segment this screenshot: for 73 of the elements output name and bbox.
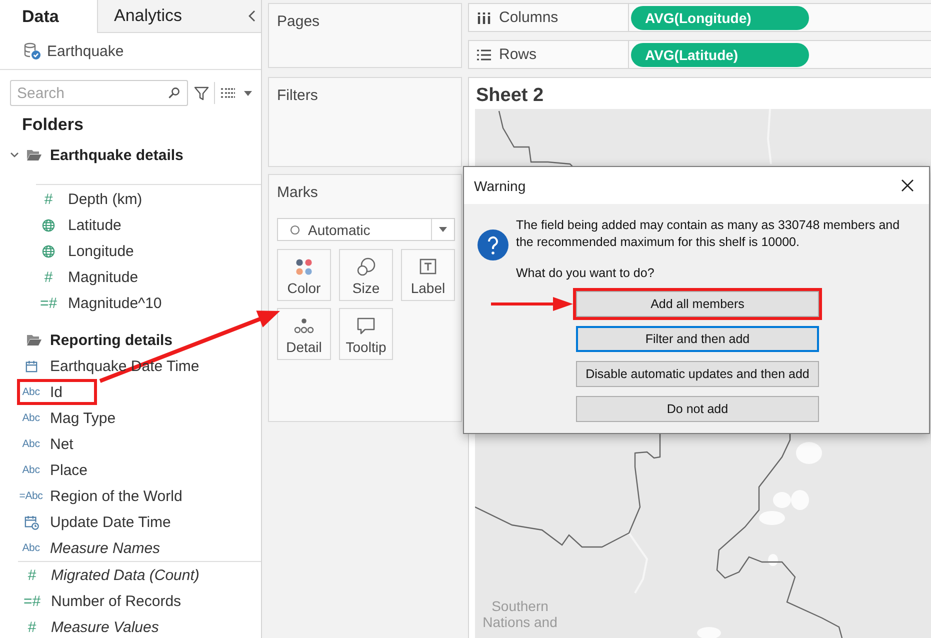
type-label: # xyxy=(44,192,53,206)
type-label: # xyxy=(28,620,36,634)
dialog-title: Warning xyxy=(474,178,526,194)
field-name[interactable]: Magnitude^10 xyxy=(68,294,162,312)
columns-icon xyxy=(477,12,491,24)
section-heading: Folders xyxy=(21,114,84,136)
close-icon[interactable] xyxy=(901,179,914,192)
rows-icon xyxy=(477,48,491,60)
field-name[interactable]: Mag Type xyxy=(50,410,116,426)
type-label: =Abc xyxy=(19,490,43,502)
type-label: =# xyxy=(23,594,41,608)
dialog-button[interactable]: Add all members xyxy=(576,291,819,317)
list-view-icon[interactable] xyxy=(221,88,235,98)
caret-icon[interactable] xyxy=(244,90,252,96)
dots-icon xyxy=(294,316,314,336)
dialog-question: What do you want to do? xyxy=(516,265,656,282)
speech-bubble-icon xyxy=(356,316,376,336)
color-dots-icon xyxy=(294,257,314,277)
field-name[interactable]: Latitude xyxy=(68,216,122,234)
search-icon[interactable] xyxy=(168,87,180,99)
datasource-name[interactable]: Earthquake xyxy=(47,42,124,60)
card-title: Pages xyxy=(277,13,320,30)
datasource-icon xyxy=(23,42,41,60)
type-label: =# xyxy=(40,296,58,310)
shelf-label: Columns xyxy=(499,9,558,26)
collapse-icon[interactable] xyxy=(248,10,256,22)
text-box-icon xyxy=(418,257,438,277)
type-label: Abc xyxy=(22,542,40,554)
type-label: Abc xyxy=(22,386,40,398)
folder-name[interactable]: Reporting details xyxy=(50,332,173,348)
card-title: Marks xyxy=(277,184,318,202)
field-name[interactable]: Place xyxy=(50,462,88,478)
mark-type-dropdown[interactable]: Automatic xyxy=(277,218,455,241)
field-name[interactable]: Magnitude xyxy=(68,268,138,286)
dialog-button[interactable]: Disable automatic updates and then add xyxy=(576,361,819,387)
field-name[interactable]: Update Date Time xyxy=(50,514,171,530)
type-label: Abc xyxy=(22,412,40,424)
field-name[interactable]: Measure Names xyxy=(50,540,160,556)
folder-icon xyxy=(26,149,42,161)
field-name[interactable]: Number of Records xyxy=(51,592,182,610)
shelf-label: Rows xyxy=(499,46,537,63)
type-label: # xyxy=(44,270,53,284)
mark-property-button[interactable]: Label xyxy=(401,249,455,301)
folder-icon xyxy=(26,334,42,346)
field-name[interactable]: Migrated Data (Count) xyxy=(51,566,200,584)
field-name[interactable]: Measure Values xyxy=(51,618,159,636)
filter-icon[interactable] xyxy=(194,86,209,100)
field-name[interactable]: Net xyxy=(50,436,74,452)
circle-icon xyxy=(290,224,300,234)
caret-icon xyxy=(439,227,447,232)
question-icon xyxy=(477,229,509,261)
type-label: Abc xyxy=(22,438,40,450)
type-label: # xyxy=(28,568,36,582)
dialog-button[interactable]: Do not add xyxy=(576,396,819,422)
circles-icon xyxy=(356,257,376,277)
type-label: Abc xyxy=(22,464,40,476)
mark-property-button[interactable]: Size xyxy=(339,249,393,301)
field-name[interactable]: Region of the World xyxy=(50,488,182,504)
mark-property-button[interactable]: Detail xyxy=(277,308,331,360)
mark-property-button[interactable]: Tooltip xyxy=(339,308,393,360)
field-name[interactable]: Depth (km) xyxy=(68,190,142,208)
mark-property-button[interactable]: Color xyxy=(277,249,331,301)
dialog-message: The field being added may contain as many as 330748 members and the recommended maximum for this shelf is 10000. xyxy=(516,217,900,251)
field-name[interactable]: Id xyxy=(50,384,63,400)
chevron-icon[interactable] xyxy=(10,152,19,158)
search-field[interactable]: Search xyxy=(10,80,188,106)
folder-name[interactable]: Earthquake details xyxy=(50,146,184,164)
sheet-title: Sheet 2 xyxy=(475,84,545,108)
sidebar-tab[interactable]: Analytics xyxy=(97,0,261,33)
field-name[interactable]: Longitude xyxy=(68,242,134,260)
card-title: Filters xyxy=(277,87,318,104)
map-label: Southern Nations and xyxy=(482,598,558,630)
dialog-button[interactable]: Filter and then add xyxy=(576,326,819,352)
